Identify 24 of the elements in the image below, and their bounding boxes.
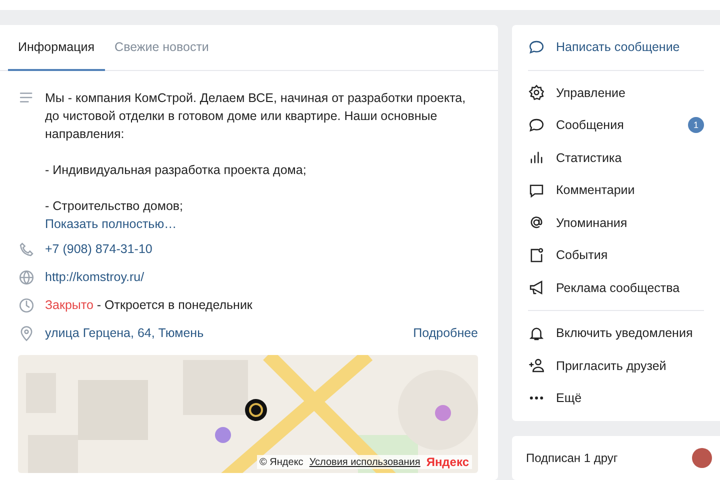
menu-item[interactable]: Ещё — [512, 382, 720, 414]
tab[interactable]: Информация — [8, 25, 105, 71]
menu-item[interactable]: Статистика — [512, 142, 720, 174]
friends-label: Подписан 1 друг — [526, 450, 618, 464]
show-more-link[interactable]: Показать полностью… — [45, 217, 177, 231]
menu-item[interactable]: События — [512, 239, 720, 272]
map-logo: Яндекс — [426, 455, 469, 469]
copyright-text: © Яндекс — [260, 456, 304, 468]
menu-item[interactable]: Управление — [512, 76, 720, 109]
address-link[interactable]: улица Герцена, 64, Тюмень — [45, 326, 404, 340]
opening-hours: Закрыто - Откроется в понедельник — [45, 298, 252, 312]
description-text: Мы - компания КомСтрой. Делаем ВСЕ, начиная от разработки проекта, до чистовой отделки в готовом доме или квартире. Наши основные направления: - Индивидуальная разработка проекта дома; - Строительство домов; — [45, 90, 467, 215]
unread-badge: 1 — [688, 117, 704, 134]
website-link[interactable]: http://komstroy.ru/ — [45, 270, 144, 284]
details-link[interactable]: Подробнее — [413, 326, 478, 340]
menu-item[interactable]: Комментарии — [512, 174, 720, 206]
menu-item[interactable]: Упоминания — [512, 206, 720, 239]
menu-item[interactable]: Реклама сообщества — [512, 272, 720, 304]
menu-item[interactable]: Сообщения 1 — [512, 109, 720, 142]
phone-link[interactable]: +7 (908) 874-31-10 — [45, 242, 152, 256]
menu-item[interactable]: Написать сообщение — [512, 31, 720, 64]
menu-item[interactable]: Пригласить друзей — [512, 350, 720, 382]
menu-item[interactable]: Включить уведомления — [512, 317, 720, 350]
terms-link[interactable]: Условия использования — [309, 456, 420, 468]
